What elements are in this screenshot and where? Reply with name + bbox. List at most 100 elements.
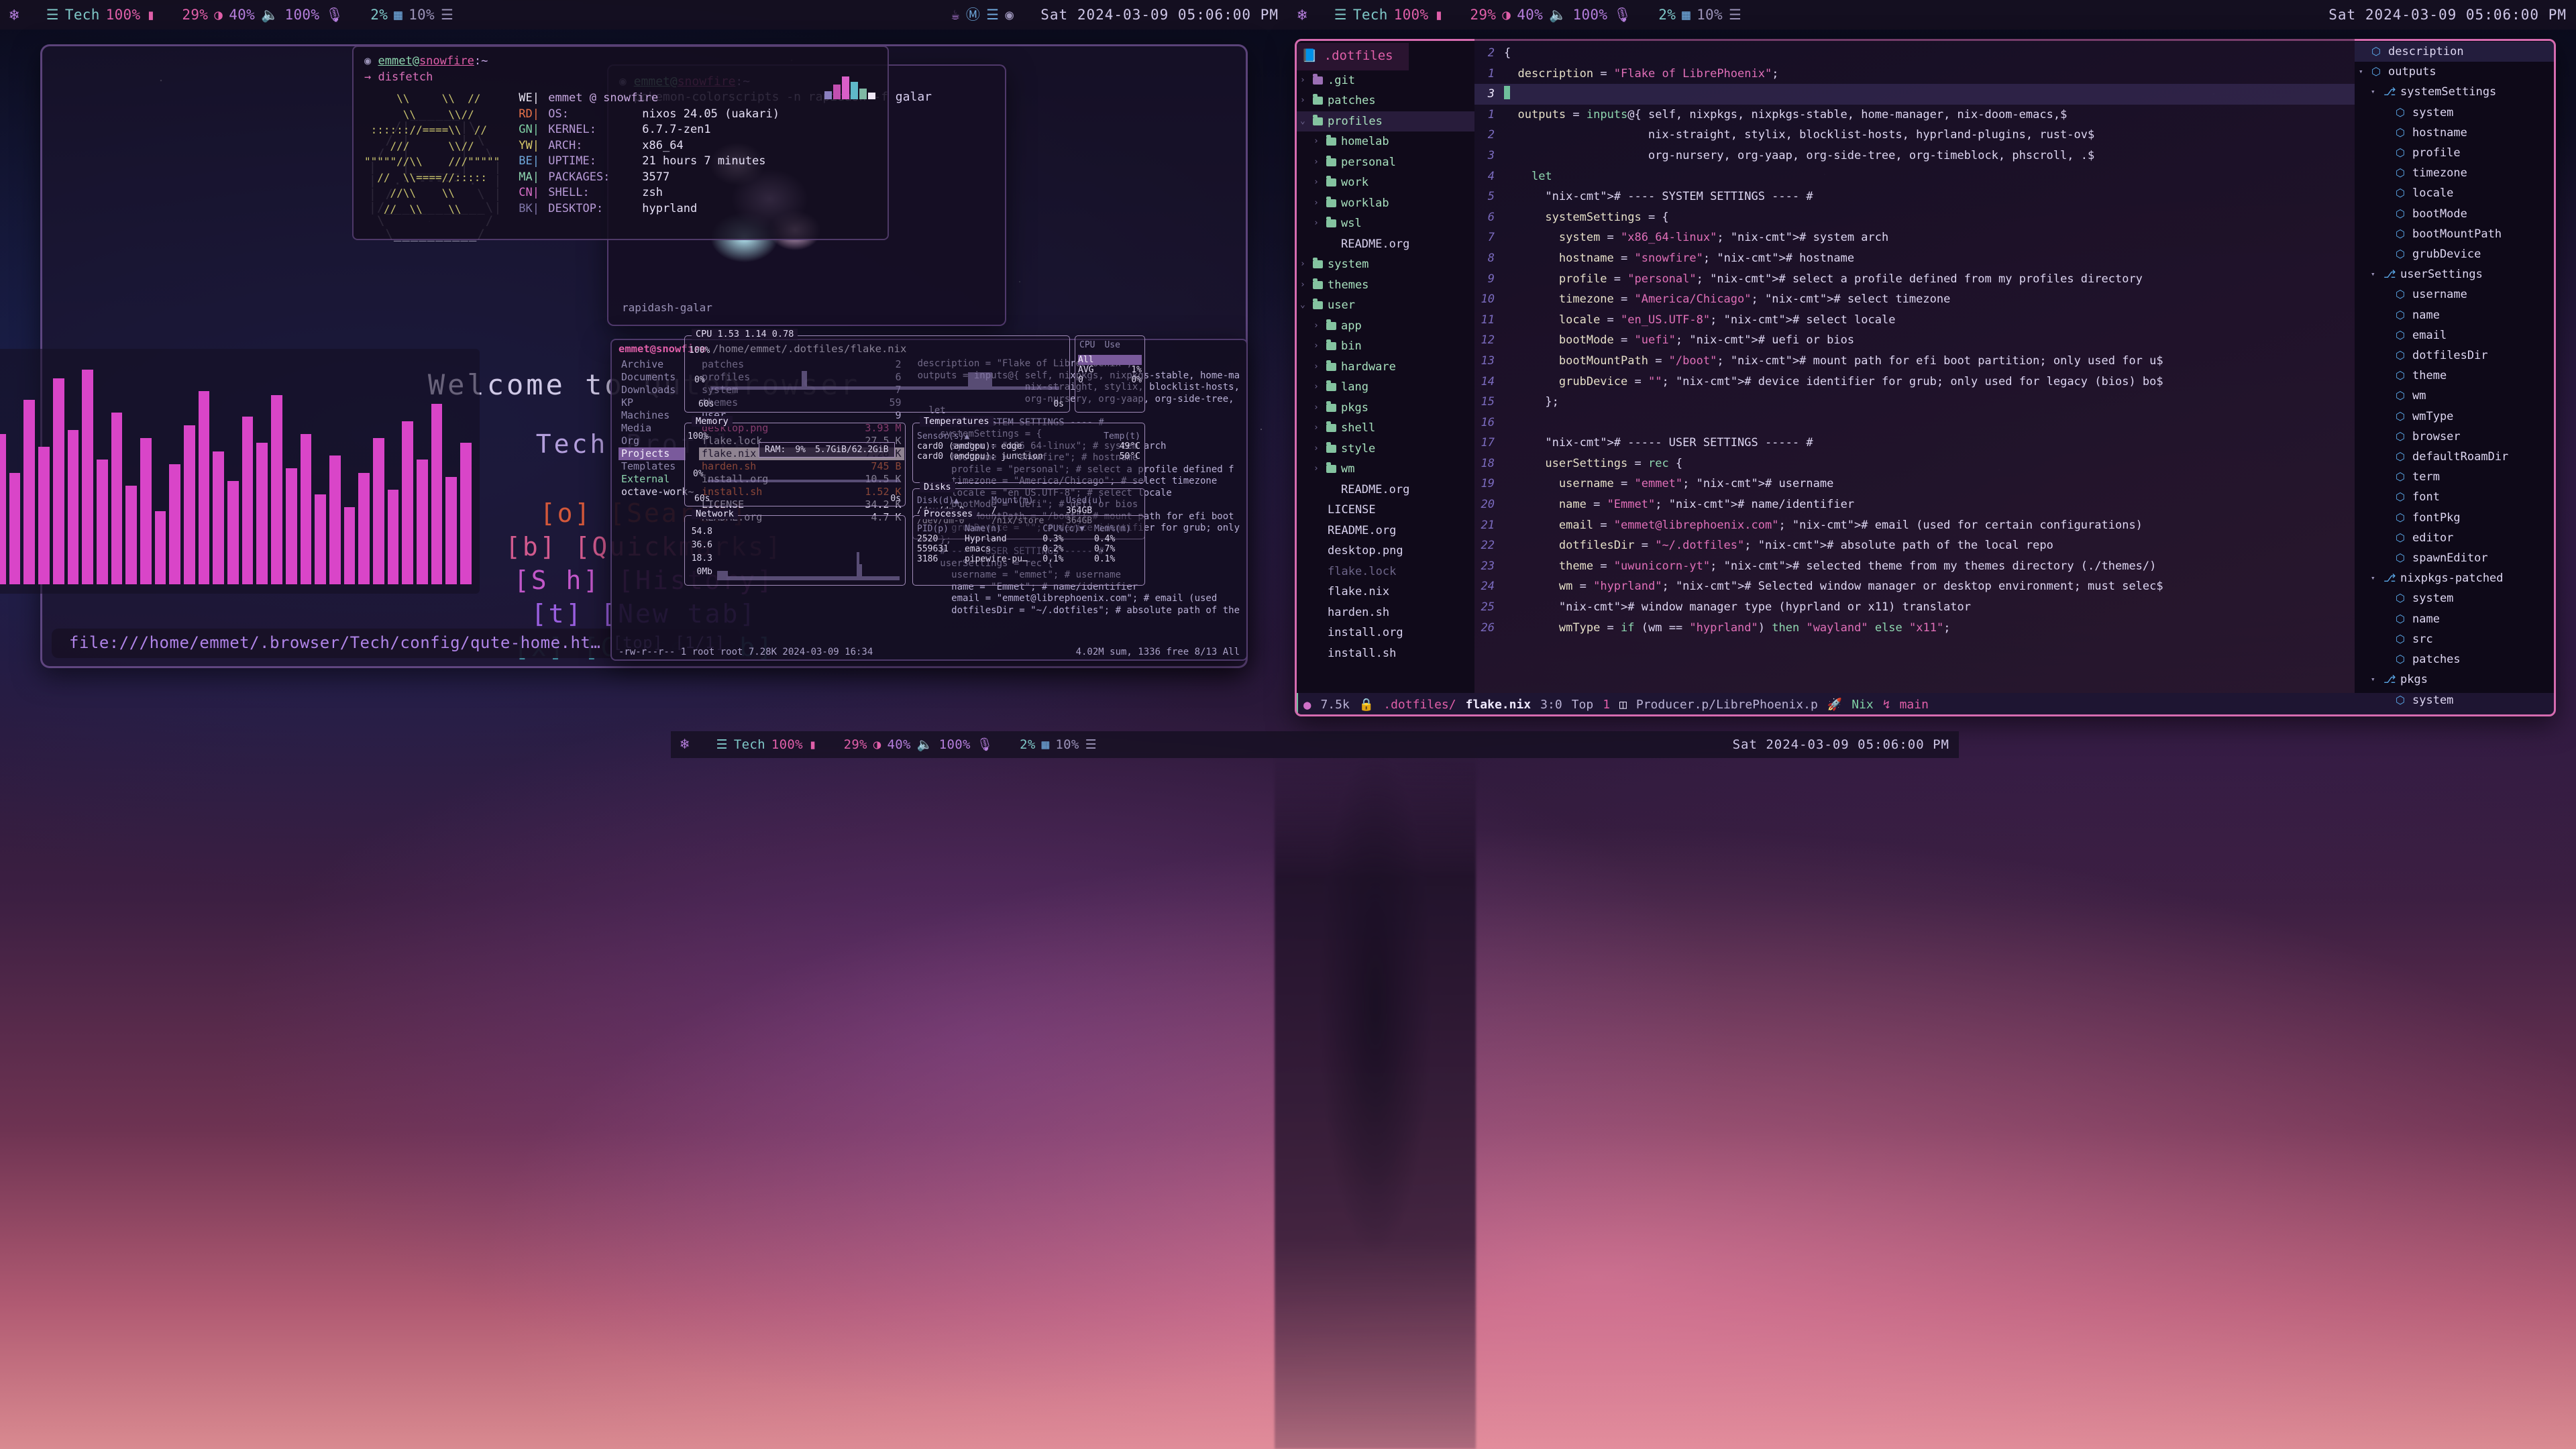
- code-line[interactable]: 19 username = "emmet"; "nix-cmt"># usern…: [1474, 474, 2355, 494]
- treemacs-item-bin[interactable]: › bin: [1295, 336, 1474, 357]
- column-header[interactable]: Sensor(s)▲: [917, 431, 969, 441]
- code-line[interactable]: 2{: [1474, 43, 2355, 64]
- disc-icon[interactable]: ◉: [1005, 7, 1014, 22]
- nix-snowflake-icon[interactable]: ❄: [1297, 7, 1307, 23]
- code-line[interactable]: 13 bootMountPath = "/boot"; "nix-cmt"># …: [1474, 351, 2355, 372]
- imenu-item-pkgs[interactable]: ▾ ⎇ pkgs: [2355, 669, 2556, 690]
- treemacs-item-readme-org[interactable]: README.org: [1295, 234, 1474, 255]
- btop-cpu-row[interactable]: 0 0%: [1078, 375, 1142, 385]
- emacs-window[interactable]: 📘 .dotfiles › .git › patches ⌄ profiles › homel…: [1295, 39, 2556, 716]
- imenu-item-outputs[interactable]: ▾ ⬡ outputs: [2355, 62, 2556, 82]
- triangle-down-icon[interactable]: ▾: [2371, 264, 2378, 284]
- treemacs-item-license[interactable]: LICENSE: [1295, 500, 1474, 521]
- imenu-item-name[interactable]: ⬡ name: [2355, 609, 2556, 629]
- chevron-down-icon[interactable]: ⌄: [1300, 295, 1308, 316]
- btop-cpu-row[interactable]: All: [1078, 355, 1142, 365]
- chevron-right-icon[interactable]: ›: [1313, 418, 1322, 439]
- code-line[interactable]: 6 systemSettings = {: [1474, 207, 2355, 228]
- hamburger-icon[interactable]: ☰: [441, 7, 453, 22]
- imenu-item-term[interactable]: ⬡ term: [2355, 467, 2556, 487]
- code-line[interactable]: 3 org-nursery, org-yaap, org-side-tree, …: [1474, 146, 2355, 166]
- imenu-item-timezone[interactable]: ⬡ timezone: [2355, 163, 2556, 183]
- treemacs-item-profiles[interactable]: ⌄ profiles: [1295, 111, 1474, 131]
- treemacs-item-install-sh[interactable]: install.sh: [1295, 643, 1474, 664]
- treemacs-project-header[interactable]: 📘 .dotfiles: [1295, 43, 1409, 70]
- imenu-item-nixpkgs-patched[interactable]: ▾ ⎇ nixpkgs-patched: [2355, 568, 2556, 588]
- status-bar-right[interactable]: ❄ ☰ Tech 100% ▮ 29% ◑ 40% 🔈 100% 🎙 2% ▦ …: [1288, 0, 2576, 30]
- treemacs-item-homelab[interactable]: › homelab: [1295, 131, 1474, 152]
- chevron-right-icon[interactable]: ›: [1313, 213, 1322, 234]
- chevron-right-icon[interactable]: ›: [1313, 357, 1322, 378]
- code-line[interactable]: 1 outputs = inputs@{ self, nixpkgs, nixp…: [1474, 105, 2355, 125]
- ranger-parent-row[interactable]: Projects: [619, 447, 686, 460]
- btop-network-box[interactable]: Network 54.8 36.6 18.3 0Mb: [684, 508, 906, 586]
- disfetch-terminal[interactable]: ◉ emmet@snowfire:~ → disfetch \\ \\ // \…: [352, 46, 889, 240]
- speaker-icon[interactable]: 🔈: [917, 738, 933, 751]
- imenu-item-font[interactable]: ⬡ font: [2355, 487, 2556, 507]
- imenu-item-browser[interactable]: ⬡ browser: [2355, 427, 2556, 447]
- ranger-parent-row[interactable]: Templates: [619, 460, 686, 473]
- column-header[interactable]: CPU%(c)▼: [1042, 524, 1094, 534]
- chevron-right-icon[interactable]: ›: [1313, 172, 1322, 193]
- chevron-right-icon[interactable]: ›: [1313, 459, 1322, 480]
- chevron-right-icon[interactable]: ›: [1313, 336, 1322, 357]
- code-line[interactable]: 25 "nix-cmt"># window manager type (hypr…: [1474, 597, 2355, 618]
- code-line[interactable]: 24 wm = "hyprland"; "nix-cmt"># Selected…: [1474, 576, 2355, 597]
- layers-icon[interactable]: ☰: [1334, 7, 1347, 22]
- column-header[interactable]: Used(u): [1066, 496, 1140, 506]
- btop-cpu-rows[interactable]: All AVG 1% 0 0%: [1078, 355, 1142, 385]
- imenu-item-config[interactable]: ⬡ config: [2355, 710, 2556, 716]
- code-line[interactable]: 4 let: [1474, 166, 2355, 187]
- microphone-icon[interactable]: 🎙: [325, 7, 343, 22]
- chevron-right-icon[interactable]: ›: [1313, 316, 1322, 337]
- ranger-parent-row[interactable]: Machines: [619, 409, 686, 422]
- ranger-parent-row[interactable]: octave-work~: [619, 486, 694, 498]
- imenu-item-dotfilesdir[interactable]: ⬡ dotfilesDir: [2355, 345, 2556, 366]
- btop-processes-table[interactable]: PID(p) Name(n) CPU%(c)▼ Mem%(m) 2520 Hyprland…: [917, 524, 1140, 564]
- workspace-label[interactable]: Tech: [1353, 7, 1388, 23]
- treemacs-item-themes[interactable]: › themes: [1295, 275, 1474, 296]
- ranger-parent-row[interactable]: KP: [619, 396, 686, 409]
- treemacs-item-personal[interactable]: › personal: [1295, 152, 1474, 173]
- speaker-icon[interactable]: 🔈: [1549, 7, 1566, 22]
- layers-icon[interactable]: ☰: [716, 738, 728, 751]
- chevron-right-icon[interactable]: ›: [1300, 70, 1308, 91]
- treemacs-item-user[interactable]: ⌄ user: [1295, 295, 1474, 316]
- treemacs-item-install-org[interactable]: install.org: [1295, 623, 1474, 643]
- ranger-parent-row[interactable]: Archive: [619, 358, 686, 371]
- workspace-label[interactable]: Tech: [734, 737, 765, 752]
- code-line[interactable]: 5 "nix-cmt"># ---- SYSTEM SETTINGS ---- …: [1474, 186, 2355, 207]
- imenu-item-name[interactable]: ⬡ name: [2355, 305, 2556, 325]
- column-header[interactable]: Disk(d)▲: [917, 496, 991, 506]
- imenu-list[interactable]: ⬡ description ▾ ⬡ outputs ▾ ⎇ systemSettings ⬡ sy…: [2355, 42, 2556, 716]
- treemacs-item--git[interactable]: › .git: [1295, 70, 1474, 91]
- status-bar-bottom[interactable]: ❄ ☰ Tech 100% ▮ 29% ◑ 40% 🔈 100% 🎙 2% ▦ …: [671, 731, 1959, 758]
- network-icon[interactable]: ☰: [986, 7, 999, 22]
- code-line[interactable]: 21 email = "emmet@librephoenix.com"; "ni…: [1474, 515, 2355, 536]
- code-line[interactable]: 14 grubDevice = ""; "nix-cmt"># device i…: [1474, 372, 2355, 392]
- btop-temperatures-box[interactable]: Temperatures Sensor(s)▲ Temp(t) card0 (amd…: [912, 416, 1145, 483]
- ranger-parent-column[interactable]: Archive Documents Downloads KP Machines Media…: [612, 358, 694, 644]
- code-line[interactable]: 11 locale = "en_US.UTF-8"; "nix-cmt"># s…: [1474, 310, 2355, 331]
- clock-bottom[interactable]: Sat 2024-03-09 05:06:00 PM: [1733, 737, 1949, 752]
- imenu-item-usersettings[interactable]: ▾ ⎇ userSettings: [2355, 264, 2556, 284]
- code-line[interactable]: 16: [1474, 413, 2355, 433]
- treemacs-item-patches[interactable]: › patches: [1295, 91, 1474, 111]
- chevron-right-icon[interactable]: ›: [1313, 398, 1322, 419]
- imenu-item-editor[interactable]: ⬡ editor: [2355, 528, 2556, 548]
- nix-snowflake-icon[interactable]: ❄: [680, 737, 690, 752]
- treemacs-item-system[interactable]: › system: [1295, 254, 1474, 275]
- treemacs-item-hardware[interactable]: › hardware: [1295, 357, 1474, 378]
- speaker-icon[interactable]: 🔈: [261, 7, 278, 22]
- microphone-icon[interactable]: 🎙: [1613, 7, 1631, 22]
- microphone-icon[interactable]: 🎙: [977, 738, 993, 751]
- treemacs-sidebar[interactable]: 📘 .dotfiles › .git › patches ⌄ profiles › homel…: [1295, 39, 1474, 693]
- imenu-item-systemsettings[interactable]: ▾ ⎇ systemSettings: [2355, 82, 2556, 102]
- imenu-item-src[interactable]: ⬡ src: [2355, 629, 2556, 649]
- treemacs-item-flake-nix[interactable]: flake.nix: [1295, 582, 1474, 602]
- code-line[interactable]: 15 };: [1474, 392, 2355, 413]
- imenu-item-profile[interactable]: ⬡ profile: [2355, 143, 2556, 163]
- treemacs-item-harden-sh[interactable]: harden.sh: [1295, 602, 1474, 623]
- treemacs-tree[interactable]: › .git › patches ⌄ profiles › homelab › personal ›…: [1295, 70, 1474, 664]
- treemacs-item-desktop-png[interactable]: desktop.png: [1295, 541, 1474, 561]
